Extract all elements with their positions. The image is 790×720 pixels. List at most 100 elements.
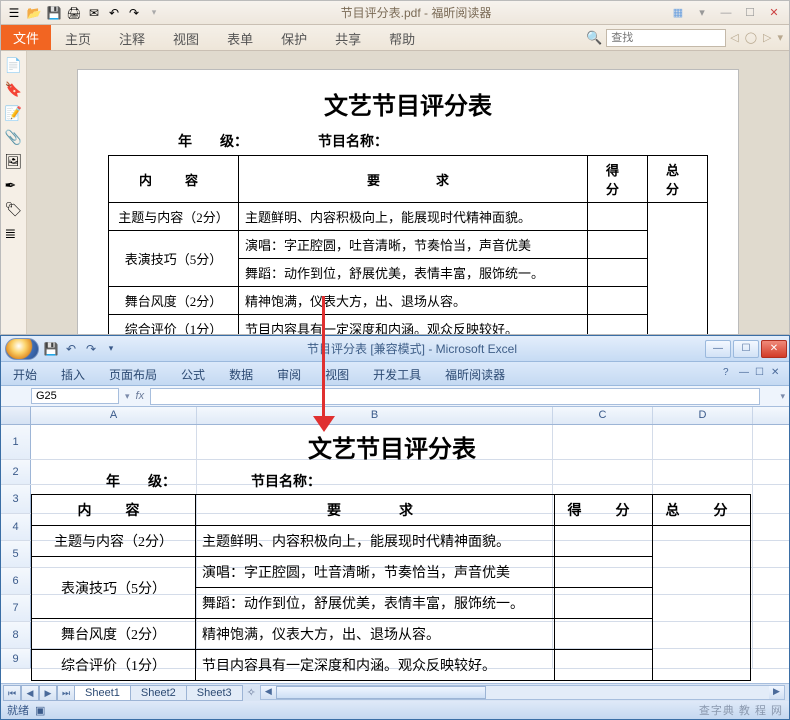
excel-grid[interactable]: A B C D 1 2 3 4 5 6 7 8 9 文艺节目评分表 年 级： 节… xyxy=(1,407,789,687)
page-panel-icon[interactable]: 📄 xyxy=(5,57,23,75)
search-icon[interactable]: 🔍 xyxy=(586,30,602,46)
doc-restore-icon[interactable]: ☐ xyxy=(755,367,769,381)
row-header[interactable]: 7 xyxy=(1,595,31,621)
doc-close-icon[interactable]: ✕ xyxy=(771,367,785,381)
scroll-right-icon[interactable]: ▶ xyxy=(769,686,784,699)
sheet-tab-3[interactable]: Sheet3 xyxy=(186,685,243,701)
scroll-left-icon[interactable]: ◀ xyxy=(261,686,276,699)
mail-icon[interactable]: ✉ xyxy=(85,4,103,22)
stamp-panel-icon[interactable]: 🏷 xyxy=(5,201,23,219)
row-header[interactable]: 9 xyxy=(1,649,31,668)
tab-share[interactable]: 共享 xyxy=(321,25,375,50)
xls-r3-label: 舞台风度（2分） xyxy=(32,619,196,650)
xls-r4-label: 综合评价（1分） xyxy=(32,650,196,681)
sheet-first-icon[interactable]: ⏮ xyxy=(3,685,21,701)
tab-help[interactable]: 帮助 xyxy=(375,25,429,50)
layer-panel-icon[interactable]: ≣ xyxy=(5,225,23,243)
sheet-tab-1[interactable]: Sheet1 xyxy=(74,685,131,701)
bookmark-panel-icon[interactable]: 🔖 xyxy=(5,81,23,99)
tab-protect[interactable]: 保护 xyxy=(267,25,321,50)
tab-view[interactable]: 视图 xyxy=(313,362,361,385)
attach-panel-icon[interactable]: 📎 xyxy=(5,129,23,147)
help-icon[interactable]: ? xyxy=(723,367,737,381)
undo-icon[interactable]: ↶ xyxy=(105,4,123,22)
tab-home[interactable]: 开始 xyxy=(1,362,49,385)
minimize-icon[interactable]: — xyxy=(705,340,731,358)
save-icon[interactable]: 💾 xyxy=(43,341,59,357)
prev-icon[interactable]: ◁ xyxy=(730,31,738,44)
ribbon-opts-icon[interactable]: ▾ xyxy=(691,5,713,21)
sheet-new-icon[interactable]: ✧ xyxy=(247,686,256,699)
col-C[interactable]: C xyxy=(553,407,653,424)
row-header[interactable]: 8 xyxy=(1,622,31,648)
redo-icon[interactable]: ↷ xyxy=(125,4,143,22)
formula-input[interactable] xyxy=(150,388,760,405)
menu-icon[interactable]: ☰ xyxy=(5,4,23,22)
foxit-doc-area[interactable]: 文艺节目评分表 年 级： 节目名称： 内 容 要 求 得 分 总 分 主题与内容… xyxy=(27,51,789,334)
tab-comment[interactable]: 注释 xyxy=(105,25,159,50)
qat-drop-icon[interactable]: ▾ xyxy=(145,4,163,22)
sheet-last-icon[interactable]: ⏭ xyxy=(57,685,75,701)
qat-drop-icon[interactable]: ▾ xyxy=(103,341,119,357)
col-B[interactable]: B xyxy=(197,407,553,424)
tab-dev[interactable]: 开发工具 xyxy=(361,362,433,385)
sheet-next-icon[interactable]: ▶ xyxy=(39,685,57,701)
doc-minimize-icon[interactable]: — xyxy=(739,367,753,381)
foxit-file-tab[interactable]: 文件 xyxy=(1,25,51,50)
name-box[interactable]: G25 xyxy=(31,388,119,404)
xls-r2-req1: 演唱：字正腔圆，吐音清晰，节奏恰当，声音优美 xyxy=(196,557,555,588)
close-icon[interactable]: ✕ xyxy=(763,5,785,21)
row-header[interactable]: 3 xyxy=(1,485,31,513)
sign-panel-icon[interactable]: ✒ xyxy=(5,177,23,195)
search-input[interactable] xyxy=(606,29,726,47)
col-D[interactable]: D xyxy=(653,407,753,424)
excel-window: 💾 ↶ ↷ ▾ 节目评分表 [兼容模式] - Microsoft Excel —… xyxy=(0,335,790,720)
minimize-icon[interactable]: — xyxy=(715,5,737,21)
help-icon[interactable]: ▦ xyxy=(667,5,689,21)
scroll-thumb[interactable] xyxy=(276,686,486,699)
fx-icon[interactable]: fx xyxy=(136,390,145,402)
close-icon[interactable]: ✕ xyxy=(761,340,787,358)
sheet-content: 文艺节目评分表 年 级： 节目名称： 内 容 要 求 得 分 总 分 主题与内容… xyxy=(31,425,789,681)
horizontal-scrollbar[interactable]: ◀ ▶ xyxy=(260,685,785,700)
tab-insert[interactable]: 插入 xyxy=(49,362,97,385)
pdf-meta: 年 级： 节目名称： xyxy=(108,131,708,151)
col-A[interactable]: A xyxy=(31,407,197,424)
sheet-tab-2[interactable]: Sheet2 xyxy=(130,685,187,701)
redo-icon[interactable]: ↷ xyxy=(83,341,99,357)
open-icon[interactable]: 📂 xyxy=(25,4,43,22)
maximize-icon[interactable]: ☐ xyxy=(739,5,761,21)
next-icon[interactable]: ▷ xyxy=(763,31,771,44)
select-all[interactable] xyxy=(1,407,31,424)
row-header[interactable]: 2 xyxy=(1,460,31,484)
row-header[interactable]: 6 xyxy=(1,568,31,594)
tab-formula[interactable]: 公式 xyxy=(169,362,217,385)
tab-home[interactable]: 主页 xyxy=(51,25,105,50)
tab-foxit[interactable]: 福昕阅读器 xyxy=(433,362,517,385)
macro-icon[interactable]: ▣ xyxy=(35,704,45,717)
sheet-prev-icon[interactable]: ◀ xyxy=(21,685,39,701)
office-button[interactable] xyxy=(5,338,39,360)
row-header[interactable]: 1 xyxy=(1,425,31,459)
pdf-page: 文艺节目评分表 年 级： 节目名称： 内 容 要 求 得 分 总 分 主题与内容… xyxy=(77,69,739,334)
xls-title: 文艺节目评分表 xyxy=(31,425,753,468)
stop-icon[interactable]: ◯ xyxy=(745,31,757,44)
maximize-icon[interactable]: ☐ xyxy=(733,340,759,358)
save-icon[interactable]: 💾 xyxy=(45,4,63,22)
tab-review[interactable]: 审阅 xyxy=(265,362,313,385)
pdf-h-content: 内 容 xyxy=(109,156,239,203)
tab-form[interactable]: 表单 xyxy=(213,25,267,50)
namebox-drop-icon[interactable]: ▾ xyxy=(125,391,130,402)
image-panel-icon[interactable]: 🖼 xyxy=(5,153,23,171)
note-panel-icon[interactable]: 📝 xyxy=(5,105,23,123)
undo-icon[interactable]: ↶ xyxy=(63,341,79,357)
formula-expand-icon[interactable]: ▾ xyxy=(780,391,785,402)
tab-view[interactable]: 视图 xyxy=(159,25,213,50)
excel-ribbon: 开始 插入 页面布局 公式 数据 审阅 视图 开发工具 福昕阅读器 ? — ☐ … xyxy=(1,362,789,386)
row-header[interactable]: 5 xyxy=(1,541,31,567)
print-icon[interactable]: 🖨 xyxy=(65,4,83,22)
row-header[interactable]: 4 xyxy=(1,514,31,540)
tab-data[interactable]: 数据 xyxy=(217,362,265,385)
tab-layout[interactable]: 页面布局 xyxy=(97,362,169,385)
dropdown-icon[interactable]: ▾ xyxy=(777,31,783,44)
